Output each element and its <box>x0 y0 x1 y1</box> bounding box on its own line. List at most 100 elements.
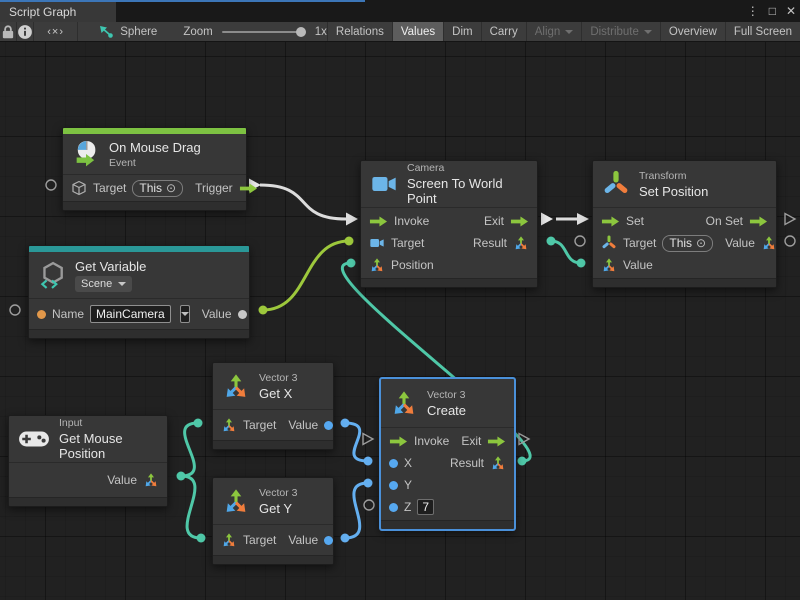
node-set-position[interactable]: Transform Set Position Set On Set Target… <box>592 160 777 288</box>
string-port-icon[interactable] <box>37 310 46 319</box>
port-value-label: Value <box>288 418 318 432</box>
camera-port-icon[interactable] <box>369 235 385 251</box>
port-set-label: Set <box>626 214 644 228</box>
close-icon[interactable]: ✕ <box>786 4 796 18</box>
port-target-label: Target <box>391 236 424 250</box>
port-y-label: Y <box>404 478 412 492</box>
breadcrumb-label: Sphere <box>120 26 157 38</box>
node-title: Get Mouse Position <box>59 431 157 461</box>
vector3-port-icon[interactable] <box>601 257 617 273</box>
flow-arrow-icon[interactable] <box>369 215 388 228</box>
flow-arrow-icon[interactable] <box>389 435 408 448</box>
flow-arrow-icon[interactable] <box>749 215 768 228</box>
node-get-x[interactable]: Vector 3 Get X Target Value <box>212 362 334 450</box>
node-screen-to-world-point[interactable]: Camera Screen To World Point Invoke Exit… <box>360 160 538 288</box>
zoom-control: Zoom 1x <box>183 22 327 41</box>
relations-button[interactable]: Relations <box>327 22 392 41</box>
port-value-out-label: Value <box>725 236 755 250</box>
lock-button[interactable] <box>0 22 17 41</box>
float-port-icon[interactable] <box>324 536 333 545</box>
window-controls: ⋮ □ ✕ <box>747 0 796 22</box>
port-value-label: Value <box>107 473 137 487</box>
values-button[interactable]: Values <box>392 22 443 41</box>
menu-icon[interactable]: ⋮ <box>747 4 759 18</box>
align-button[interactable]: Align <box>526 22 582 41</box>
node-title: Create <box>427 403 466 418</box>
gameobject-icon[interactable] <box>71 180 87 196</box>
flow-arrow-icon[interactable] <box>239 182 258 195</box>
tab-script-graph[interactable]: Script Graph <box>0 2 116 22</box>
node-subtitle: Event <box>109 157 201 169</box>
wire-getx-to-create-x[interactable] <box>345 423 368 461</box>
flow-arrow-icon[interactable] <box>487 435 506 448</box>
carry-button[interactable]: Carry <box>481 22 526 41</box>
port-invoke-label: Invoke <box>394 214 429 228</box>
wire-mouse-to-gety[interactable] <box>181 476 201 538</box>
node-footer <box>213 440 333 449</box>
node-on-mouse-drag[interactable]: On Mouse Drag Event Target This⊙ Trigger <box>62 127 247 211</box>
vector3-port-icon[interactable] <box>369 257 385 273</box>
vector3-port-icon[interactable] <box>221 532 237 548</box>
dim-button[interactable]: Dim <box>443 22 480 41</box>
flow-arrow-icon[interactable] <box>601 215 620 228</box>
node-vector3-create[interactable]: Vector 3 Create Invoke Exit X Result <box>380 378 515 530</box>
transform-icon <box>602 170 630 198</box>
vector3-icon <box>390 389 418 417</box>
wire-mouse-to-getx[interactable] <box>181 423 198 476</box>
node-category: Vector 3 <box>259 487 298 499</box>
object-port-icon[interactable] <box>238 310 247 319</box>
z-value-field[interactable]: 7 <box>417 499 434 515</box>
node-title: Get Y <box>259 501 298 516</box>
wire-gety-to-create-y[interactable] <box>345 483 368 538</box>
node-category: Camera <box>407 162 527 174</box>
vector3-port-icon[interactable] <box>143 472 159 488</box>
target-picker-icon[interactable]: ⊙ <box>696 237 706 249</box>
port-onset-label: On Set <box>706 214 743 228</box>
float-port-icon[interactable] <box>389 481 398 490</box>
variable-name-dropdown[interactable] <box>180 305 190 323</box>
wire-variable-to-camera-target[interactable] <box>263 241 349 310</box>
node-get-mouse-position[interactable]: Input Get Mouse Position Value <box>8 415 168 507</box>
graph-canvas[interactable]: On Mouse Drag Event Target This⊙ Trigger <box>0 42 800 600</box>
node-title: Screen To World Point <box>407 176 527 206</box>
zoom-slider[interactable] <box>222 31 306 33</box>
port-value-label: Value <box>288 533 318 547</box>
port-value-in-label: Value <box>623 258 653 272</box>
camera-icon <box>370 170 398 198</box>
vector3-port-icon[interactable] <box>221 417 237 433</box>
vector3-port-icon[interactable] <box>761 235 777 251</box>
zoom-slider-handle[interactable] <box>296 27 306 37</box>
info-button[interactable] <box>17 22 34 41</box>
vector3-port-icon[interactable] <box>490 455 506 471</box>
port-target-label: Target <box>243 533 276 547</box>
lock-icon <box>0 24 16 40</box>
maximize-icon[interactable]: □ <box>769 4 776 18</box>
float-port-icon[interactable] <box>389 503 398 512</box>
node-title: Set Position <box>639 184 708 199</box>
this-target-chip[interactable]: This⊙ <box>132 180 183 197</box>
this-target-chip[interactable]: This⊙ <box>662 235 713 252</box>
vector3-port-icon[interactable] <box>513 235 529 251</box>
node-footer <box>593 278 776 287</box>
graph-pointer-icon <box>98 24 114 40</box>
wire-trigger-to-invoke[interactable] <box>260 185 346 219</box>
edit-graph-button[interactable]: ‹×› <box>34 22 78 41</box>
node-get-variable[interactable]: Get Variable Scene Name MainCamera Value <box>28 245 250 339</box>
node-footer <box>213 555 333 564</box>
port-x-label: X <box>404 456 412 470</box>
overview-button[interactable]: Overview <box>660 22 725 41</box>
float-port-icon[interactable] <box>324 421 333 430</box>
transform-port-icon[interactable] <box>601 235 617 251</box>
flow-arrow-icon[interactable] <box>510 215 529 228</box>
gamepad-icon <box>18 428 50 450</box>
float-port-icon[interactable] <box>389 459 398 468</box>
node-footer <box>381 520 514 529</box>
target-picker-icon[interactable]: ⊙ <box>166 182 176 194</box>
variable-scope-dropdown[interactable]: Scene <box>75 276 132 292</box>
node-footer <box>361 278 537 287</box>
fullscreen-button[interactable]: Full Screen <box>725 22 800 41</box>
breadcrumb[interactable]: Sphere <box>98 22 157 41</box>
distribute-button[interactable]: Distribute <box>581 22 660 41</box>
variable-name-field[interactable]: MainCamera <box>90 305 171 323</box>
node-get-y[interactable]: Vector 3 Get Y Target Value <box>212 477 334 565</box>
